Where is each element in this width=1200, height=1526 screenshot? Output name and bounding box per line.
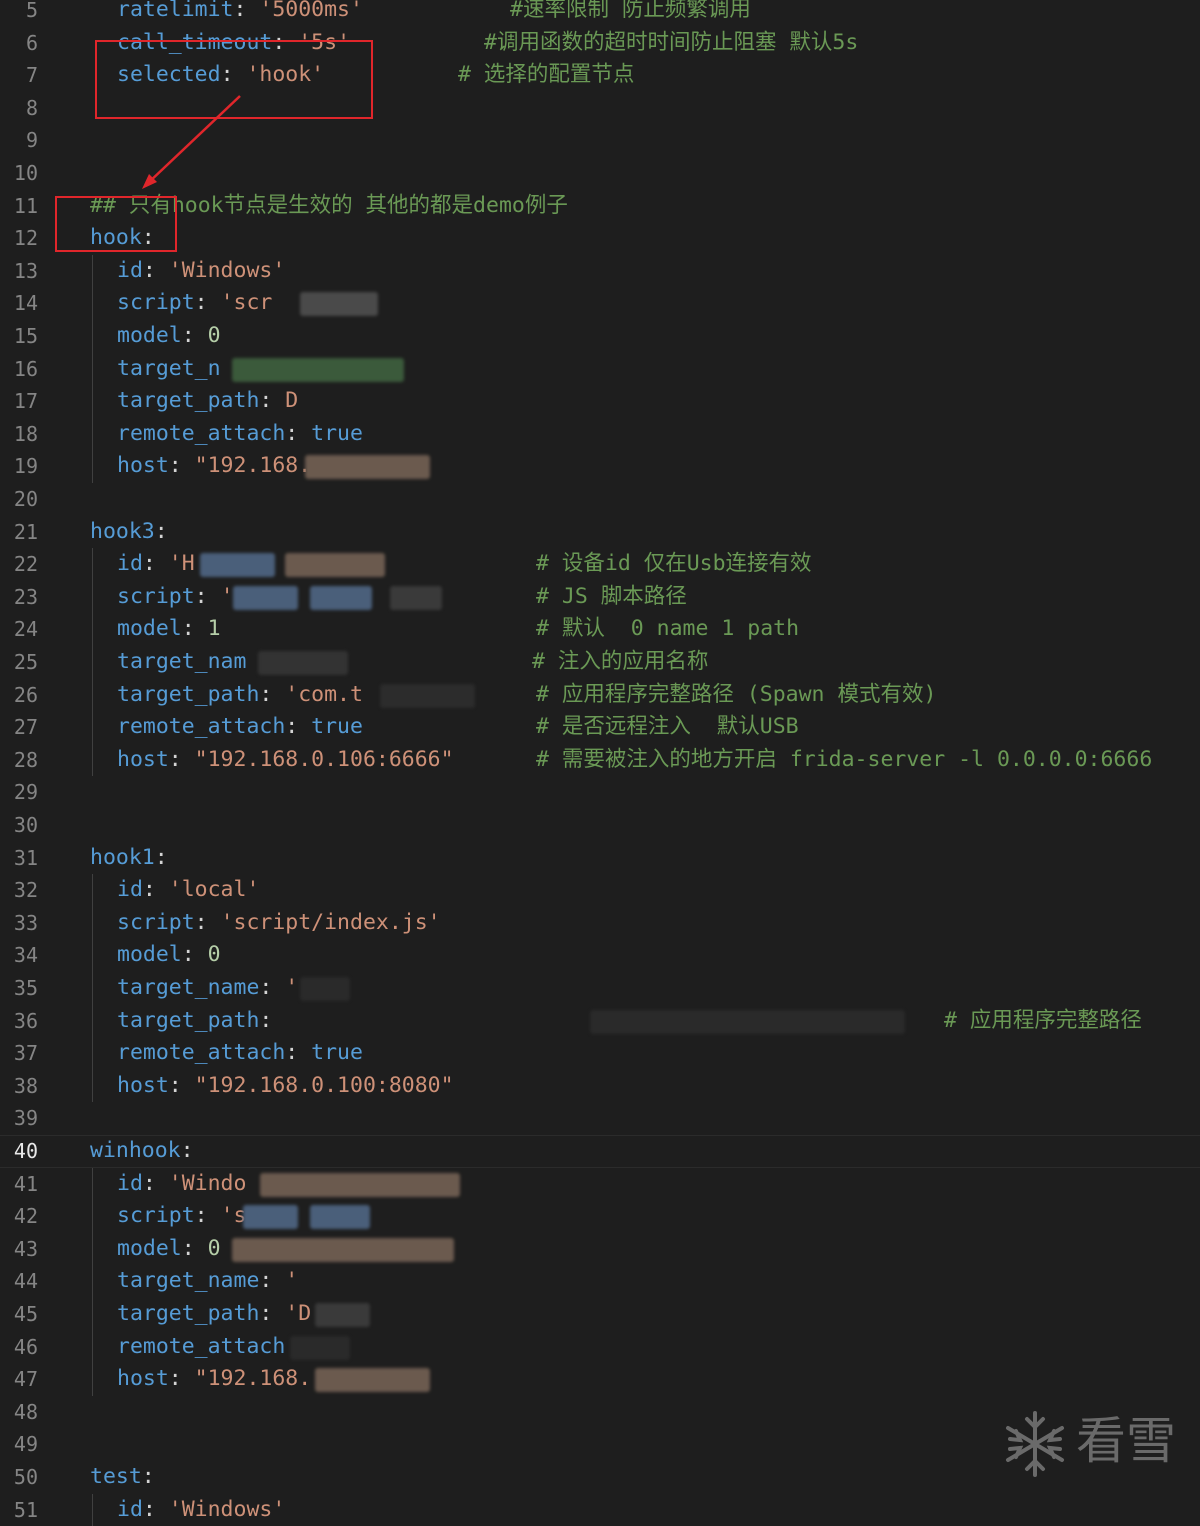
annotation-arrow [142, 95, 241, 189]
watermark: 看雪 [1000, 1405, 1185, 1485]
snowflake-icon [1006, 1411, 1064, 1477]
watermark-text: 看雪 [1076, 1412, 1176, 1470]
